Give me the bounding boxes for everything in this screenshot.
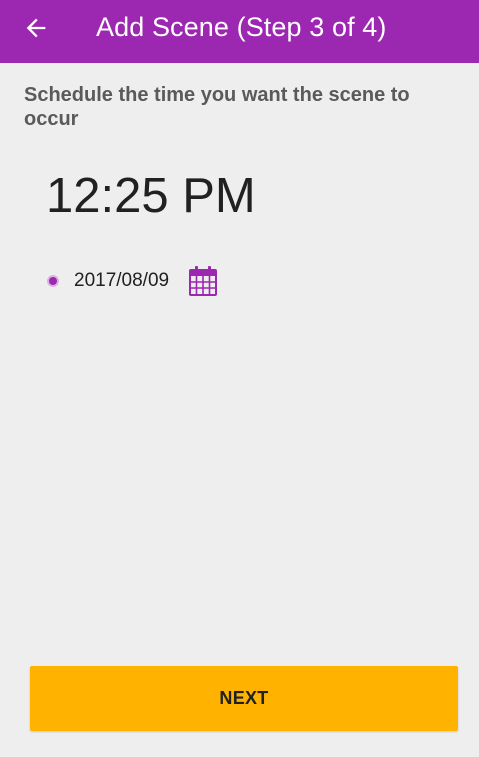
arrow-left-icon [26,18,46,38]
app-bar: Add Scene (Step 3 of 4) [0,0,479,63]
date-row: 2017/08/09 [46,264,218,298]
calendar-icon [189,266,218,296]
next-button[interactable]: NEXT [30,666,458,731]
date-value[interactable]: 2017/08/09 [74,270,169,292]
date-radio-button[interactable] [47,275,59,287]
calendar-button[interactable] [188,265,218,297]
back-button[interactable] [18,10,54,46]
time-display[interactable]: 12:25 PM [46,168,256,224]
schedule-prompt: Schedule the time you want the scene to … [24,84,410,130]
page-title: Add Scene (Step 3 of 4) [96,12,387,42]
